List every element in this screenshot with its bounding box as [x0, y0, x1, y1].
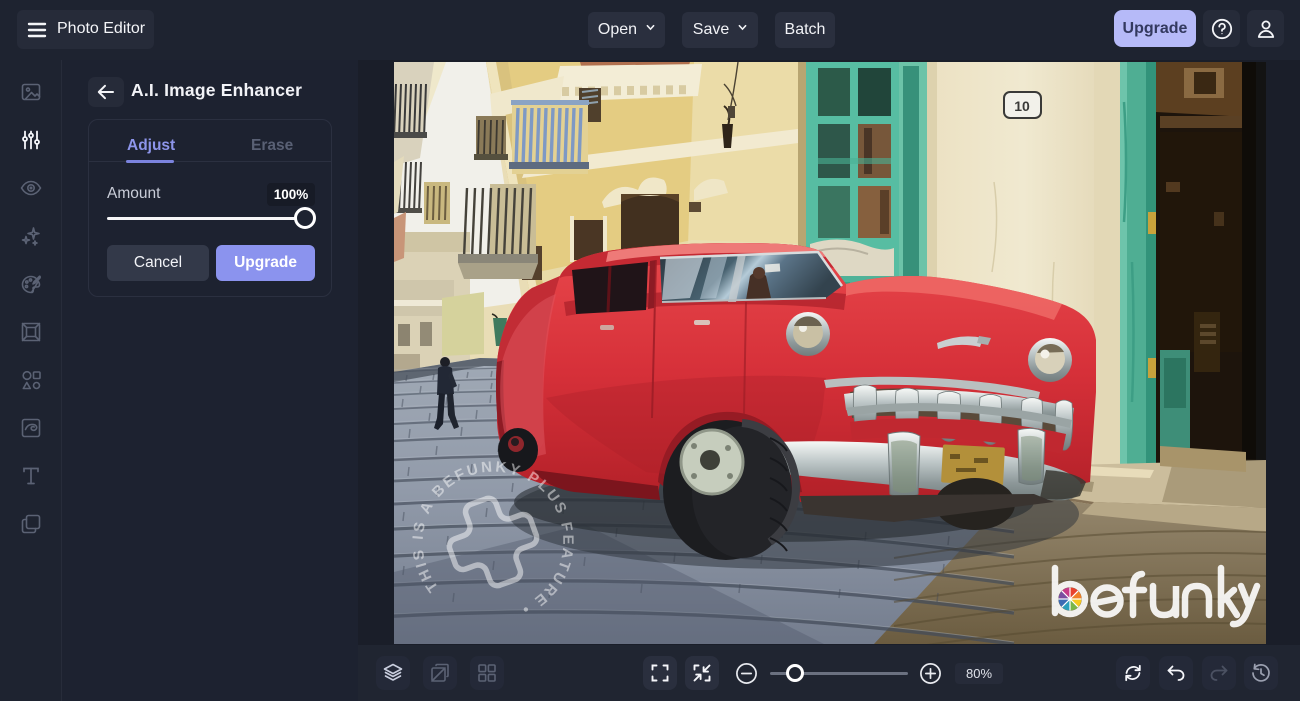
svg-text:10: 10	[1014, 98, 1030, 114]
